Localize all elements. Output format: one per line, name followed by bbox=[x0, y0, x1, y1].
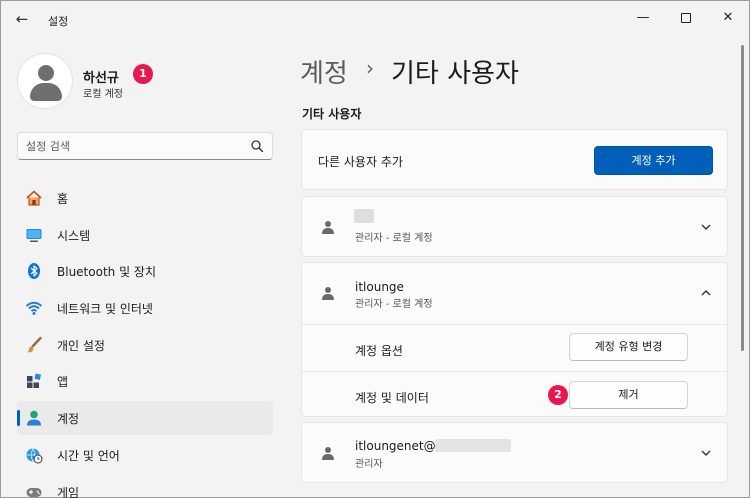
avatar-body bbox=[30, 83, 62, 101]
sidebar-item-label: 게임 bbox=[57, 486, 80, 498]
sidebar-item-accounts[interactable]: 계정 bbox=[17, 401, 273, 435]
user-name: itloungenet@ bbox=[355, 439, 436, 453]
minimize-button[interactable]: — bbox=[631, 7, 655, 29]
redacted-user-name bbox=[354, 209, 374, 223]
maximize-icon bbox=[681, 12, 691, 23]
user-icon bbox=[321, 221, 335, 235]
divider bbox=[302, 371, 727, 372]
maximize-button[interactable] bbox=[674, 7, 698, 29]
sidebar-item-personalization[interactable]: 개인 설정 bbox=[17, 328, 273, 362]
home-icon bbox=[26, 190, 42, 206]
back-button[interactable]: ← bbox=[11, 9, 33, 29]
redacted-email bbox=[435, 439, 511, 452]
apps-icon bbox=[27, 373, 42, 388]
annotation-badge-2: 2 bbox=[548, 385, 568, 405]
chevron-down-icon[interactable] bbox=[699, 220, 713, 234]
game-icon bbox=[26, 488, 42, 497]
annotation-badge-1: 1 bbox=[133, 64, 153, 84]
add-user-card: 다른 사용자 추가 계정 추가 bbox=[301, 129, 728, 190]
sidebar-item-label: 앱 bbox=[57, 375, 69, 389]
chevron-up-icon[interactable] bbox=[699, 286, 713, 300]
title-bar: ← 설정 — ✕ bbox=[1, 1, 749, 37]
avatar-head bbox=[38, 65, 54, 81]
sidebar-item-bluetooth[interactable]: Bluetooth 및 장치 bbox=[17, 254, 273, 288]
user-card-expanded: itlounge 관리자 - 로컬 계정 계정 옵션 계정 유형 변경 계정 및… bbox=[301, 262, 728, 417]
active-indicator bbox=[17, 410, 20, 426]
globe-clock-icon bbox=[26, 448, 43, 464]
sidebar-item-gaming[interactable]: 게임 bbox=[17, 475, 273, 498]
close-button[interactable]: ✕ bbox=[716, 7, 740, 29]
change-account-type-button[interactable]: 계정 유형 변경 bbox=[569, 333, 688, 361]
search-input[interactable] bbox=[26, 137, 246, 155]
user-role: 관리자 bbox=[355, 459, 383, 470]
profile-name: 하선규 bbox=[83, 71, 119, 86]
account-options-label: 계정 옵션 bbox=[355, 344, 403, 358]
user-name: itlounge bbox=[355, 280, 404, 294]
search-box[interactable] bbox=[17, 132, 273, 160]
sidebar-item-label: Bluetooth 및 장치 bbox=[57, 265, 157, 279]
sidebar-item-time-language[interactable]: 시간 및 언어 bbox=[17, 438, 273, 472]
section-title: 기타 사용자 bbox=[302, 107, 362, 121]
page-title: 기타 사용자 bbox=[391, 59, 519, 89]
avatar[interactable] bbox=[17, 53, 73, 109]
add-account-button[interactable]: 계정 추가 bbox=[594, 146, 713, 175]
app-title: 설정 bbox=[48, 15, 69, 28]
bluetooth-icon bbox=[28, 263, 40, 279]
sidebar-item-home[interactable]: 홈 bbox=[17, 181, 273, 215]
user-role: 관리자 - 로컬 계정 bbox=[355, 299, 433, 310]
sidebar-item-label: 계정 bbox=[57, 412, 80, 426]
sidebar-item-label: 네트워크 및 인터넷 bbox=[57, 302, 153, 316]
scrollbar[interactable] bbox=[741, 45, 744, 351]
sidebar-item-network[interactable]: 네트워크 및 인터넷 bbox=[17, 291, 273, 325]
brush-icon bbox=[27, 336, 42, 353]
system-icon bbox=[26, 229, 42, 242]
accounts-icon bbox=[27, 410, 41, 426]
sidebar-item-label: 홈 bbox=[57, 192, 69, 206]
sidebar-item-label: 시스템 bbox=[57, 229, 91, 243]
minimize-icon: — bbox=[636, 10, 650, 25]
user-card[interactable]: 관리자 - 로컬 계정 bbox=[301, 196, 728, 257]
user-icon bbox=[321, 287, 335, 301]
close-icon: ✕ bbox=[722, 10, 734, 25]
add-user-label: 다른 사용자 추가 bbox=[318, 155, 403, 169]
breadcrumb-separator: › bbox=[366, 56, 374, 80]
profile-account-type: 로컬 계정 bbox=[83, 89, 123, 100]
user-icon bbox=[321, 447, 335, 461]
sidebar-item-label: 시간 및 언어 bbox=[57, 449, 120, 463]
breadcrumb-parent[interactable]: 계정 bbox=[300, 53, 348, 90]
user-role: 관리자 - 로컬 계정 bbox=[355, 233, 433, 244]
sidebar-item-apps[interactable]: 앱 bbox=[17, 364, 273, 398]
wifi-icon bbox=[25, 301, 43, 315]
account-data-label: 계정 및 데이터 bbox=[355, 391, 429, 405]
remove-button[interactable]: 제거 bbox=[569, 381, 688, 409]
divider bbox=[302, 324, 727, 325]
search-icon[interactable] bbox=[250, 139, 264, 153]
sidebar-item-label: 개인 설정 bbox=[57, 339, 105, 353]
sidebar-item-system[interactable]: 시스템 bbox=[17, 218, 273, 252]
chevron-down-icon[interactable] bbox=[699, 446, 713, 460]
user-card[interactable]: itloungenet@ 관리자 bbox=[301, 422, 728, 483]
arrow-left-icon: ← bbox=[15, 10, 29, 28]
